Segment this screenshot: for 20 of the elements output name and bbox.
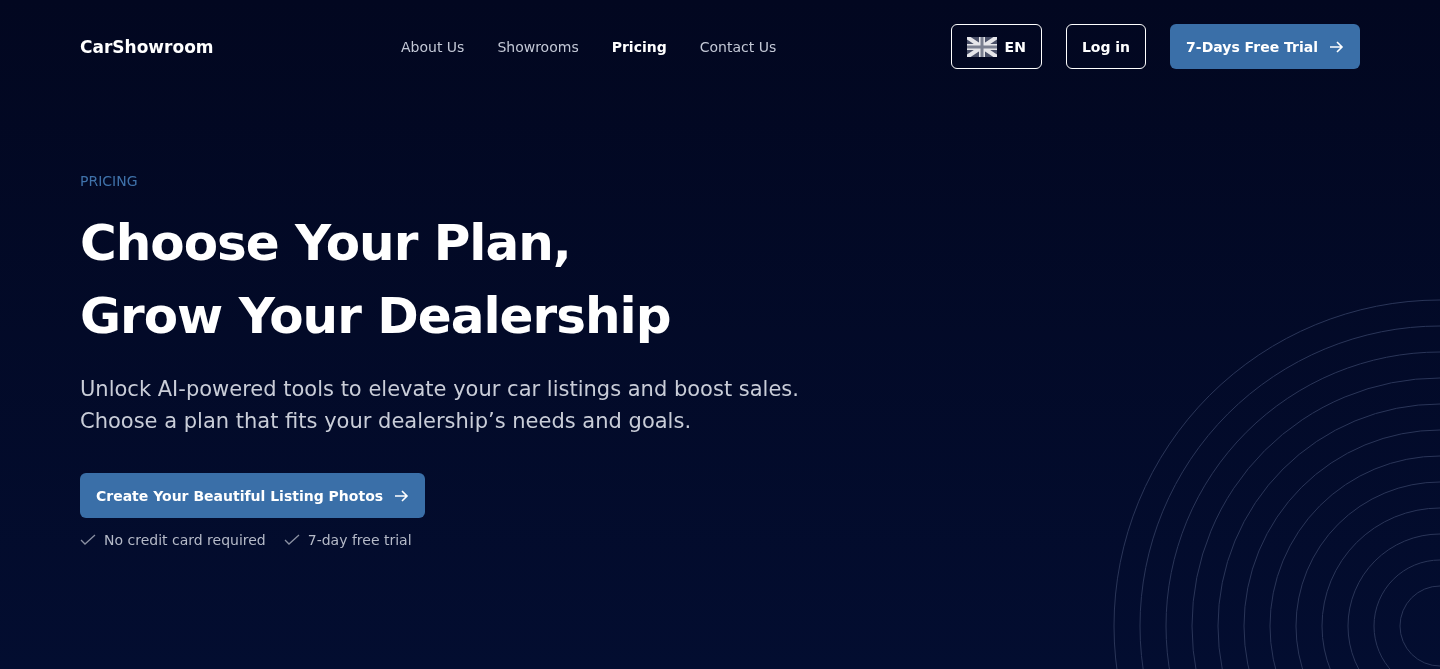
perk-text: No credit card required (104, 532, 266, 548)
flag-icon (966, 36, 997, 57)
hero-heading: Grow Your Dealership (80, 286, 672, 347)
nav-link[interactable]: Contact Us (699, 38, 777, 55)
cta-button[interactable]: Create Your Beautiful Listing Photos (80, 473, 426, 518)
perk-text: 7-day free trial (307, 532, 412, 548)
nav-link[interactable]: Pricing (611, 38, 667, 55)
check-icon (283, 534, 300, 546)
logo[interactable]: CarShowroom (80, 36, 401, 57)
section-label: PRICING (80, 173, 139, 189)
check-icon (80, 534, 96, 546)
language-button[interactable]: EN (950, 24, 1042, 69)
hero-subtitle: Unlock AI-powered tools to elevate your car listings and boost sales. Choose a plan that fits your dealership’s needs and goals. (80, 376, 800, 435)
free-trial-button[interactable]: 7-Days Free Trial (1170, 24, 1360, 69)
nav-link[interactable]: About Us (401, 38, 465, 55)
arrow-right-icon (393, 487, 410, 504)
arrow-right-icon (1328, 38, 1344, 55)
login-button[interactable]: Log in (1065, 24, 1147, 69)
nav-link[interactable]: Showrooms (497, 38, 579, 55)
hero-heading: Choose Your Plan, (80, 213, 572, 274)
